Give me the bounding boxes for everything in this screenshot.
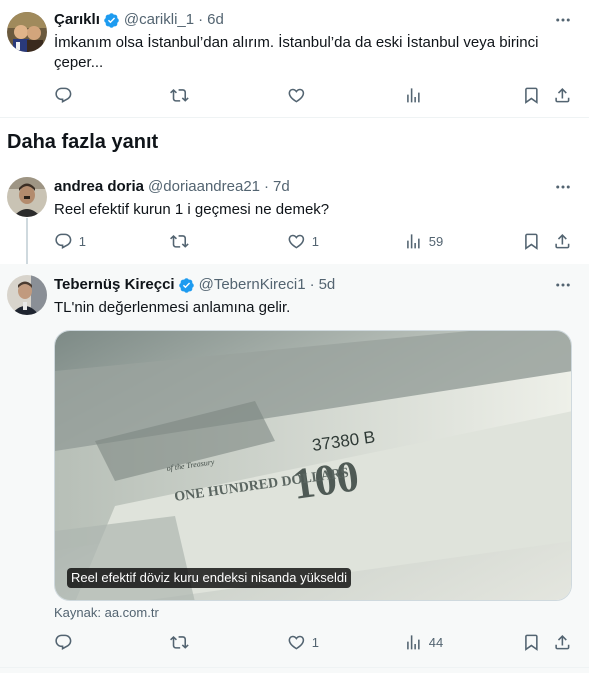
tweet-text: İmkanım olsa İstanbul’dan alırım. İstanb… — [54, 34, 539, 71]
reply-icon — [55, 233, 72, 249]
card-source[interactable]: Kaynak: aa.com.tr — [54, 605, 159, 620]
reply-icon — [55, 634, 72, 650]
tweet-text: TL'nin değerlenmesi anlamına gelir. — [54, 299, 291, 316]
reply-icon — [55, 87, 72, 103]
section-title: Daha fazla yanıt — [7, 131, 159, 153]
views-button[interactable]: 59 — [404, 232, 443, 251]
bookmark-icon — [525, 634, 538, 651]
author-handle[interactable]: @doriaandrea21 — [148, 177, 260, 197]
more-icon[interactable] — [553, 10, 573, 30]
bookmark-button[interactable] — [522, 232, 541, 251]
share-button[interactable] — [553, 86, 572, 105]
like-button[interactable]: 1 — [287, 633, 319, 652]
share-button[interactable] — [553, 633, 572, 652]
like-count: 1 — [311, 634, 319, 650]
tweet-andrea-doria[interactable]: andrea doria @doriaandrea21 · 7d Reel ef… — [0, 166, 589, 264]
tweet-carikli[interactable]: Çarıklı @carikli_1 · 6d İmkanım olsa İst… — [0, 0, 589, 118]
timestamp[interactable]: 5d — [319, 275, 336, 295]
avatar[interactable] — [7, 12, 47, 52]
divider — [0, 117, 589, 118]
card-caption: Reel efektif döviz kuru endeksi nisanda … — [67, 568, 352, 588]
author-handle[interactable]: @TebernKireci1 — [199, 275, 306, 295]
tweet-header: Çarıklı @carikli_1 · 6d — [54, 10, 224, 30]
separator-dot: · — [198, 11, 204, 28]
share-icon — [555, 234, 570, 249]
verified-badge-icon — [178, 277, 194, 293]
separator-dot: · — [264, 178, 270, 195]
reply-button[interactable] — [54, 86, 73, 105]
views-button[interactable]: 44 — [404, 633, 443, 652]
action-bar — [54, 86, 574, 106]
views-icon — [407, 88, 420, 103]
like-count: 1 — [311, 233, 319, 249]
action-bar: 1 1 59 — [54, 232, 574, 252]
retweet-icon — [170, 235, 189, 248]
tweet-text: Reel efektif kurun 1 i geçmesi ne demek? — [54, 201, 330, 218]
views-button[interactable] — [404, 86, 423, 105]
separator-dot: · — [309, 276, 315, 293]
author-name[interactable]: Tebernüş Kireçci — [54, 275, 175, 295]
reply-button[interactable]: 1 — [54, 232, 86, 251]
views-icon — [407, 234, 420, 249]
avatar[interactable] — [7, 177, 47, 217]
retweet-icon — [170, 636, 189, 649]
more-icon[interactable] — [553, 177, 573, 197]
banknote-image: 37380 B 100 of the Treasury ONE HUNDRED … — [55, 331, 571, 600]
bookmark-icon — [525, 233, 538, 250]
share-button[interactable] — [553, 232, 572, 251]
like-button[interactable] — [287, 86, 306, 105]
author-name[interactable]: andrea doria — [54, 177, 144, 197]
author-name[interactable]: Çarıklı — [54, 10, 100, 30]
more-icon[interactable] — [553, 275, 573, 295]
share-icon — [555, 88, 570, 103]
reply-button[interactable] — [54, 633, 73, 652]
like-button[interactable]: 1 — [287, 232, 319, 251]
timestamp[interactable]: 6d — [207, 10, 224, 30]
tweet-header: andrea doria @doriaandrea21 · 7d — [54, 177, 290, 197]
link-card[interactable]: 37380 B 100 of the Treasury ONE HUNDRED … — [54, 330, 572, 601]
verified-badge-icon — [104, 12, 119, 28]
bookmark-button[interactable] — [522, 86, 541, 105]
author-handle[interactable]: @carikli_1 — [124, 10, 194, 30]
view-count: 59 — [428, 233, 444, 249]
like-icon — [288, 88, 305, 103]
share-icon — [555, 635, 570, 650]
action-bar: 1 44 — [54, 633, 574, 653]
timestamp[interactable]: 7d — [273, 177, 290, 197]
views-icon — [407, 635, 420, 650]
tweet-header: Tebernüş Kireçci @TebernKireci1 · 5d — [54, 275, 335, 295]
retweet-button[interactable] — [170, 633, 189, 652]
avatar[interactable] — [7, 275, 47, 315]
like-icon — [288, 635, 305, 650]
reply-count: 1 — [78, 233, 86, 249]
bookmark-button[interactable] — [522, 633, 541, 652]
view-count: 44 — [428, 634, 444, 650]
retweet-button[interactable] — [170, 86, 189, 105]
bookmark-icon — [525, 87, 538, 104]
retweet-icon — [170, 89, 189, 102]
like-icon — [288, 234, 305, 249]
divider — [0, 667, 589, 668]
retweet-button[interactable] — [170, 232, 189, 251]
